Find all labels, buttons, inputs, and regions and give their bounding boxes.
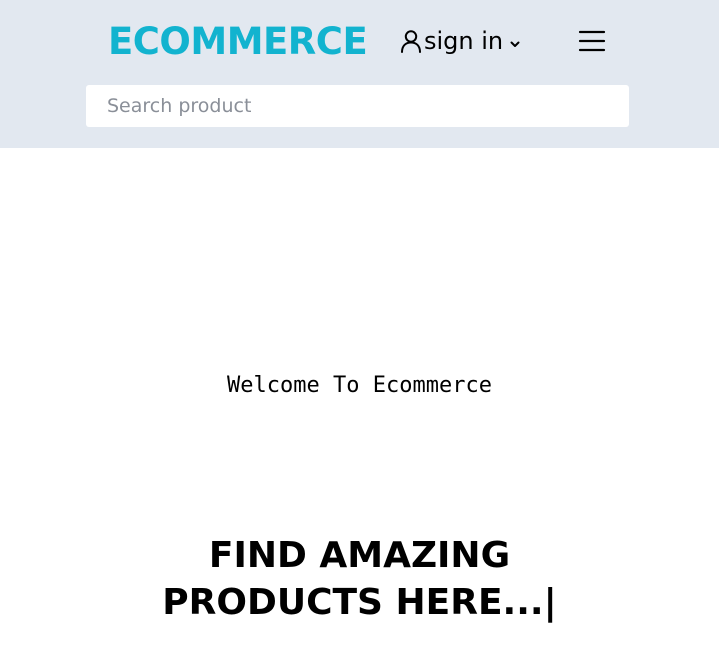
sign-in-dropdown[interactable]: sign in bbox=[400, 20, 521, 62]
header: ECOMMERCE sign in bbox=[0, 0, 719, 148]
sign-in-label: sign in bbox=[424, 27, 504, 55]
tagline-line-2: PRODUCTS HERE...| bbox=[162, 582, 557, 623]
hero-tagline: FIND AMAZING PRODUCTS HERE...| bbox=[0, 532, 719, 626]
chevron-down-icon bbox=[509, 35, 521, 47]
user-icon bbox=[400, 29, 422, 53]
welcome-text: Welcome To Ecommerce bbox=[227, 373, 492, 398]
search-input[interactable] bbox=[86, 85, 629, 127]
brand-logo[interactable]: ECOMMERCE bbox=[108, 16, 368, 68]
tagline-line-1: FIND AMAZING bbox=[208, 535, 511, 576]
hamburger-menu-icon[interactable] bbox=[575, 25, 609, 57]
